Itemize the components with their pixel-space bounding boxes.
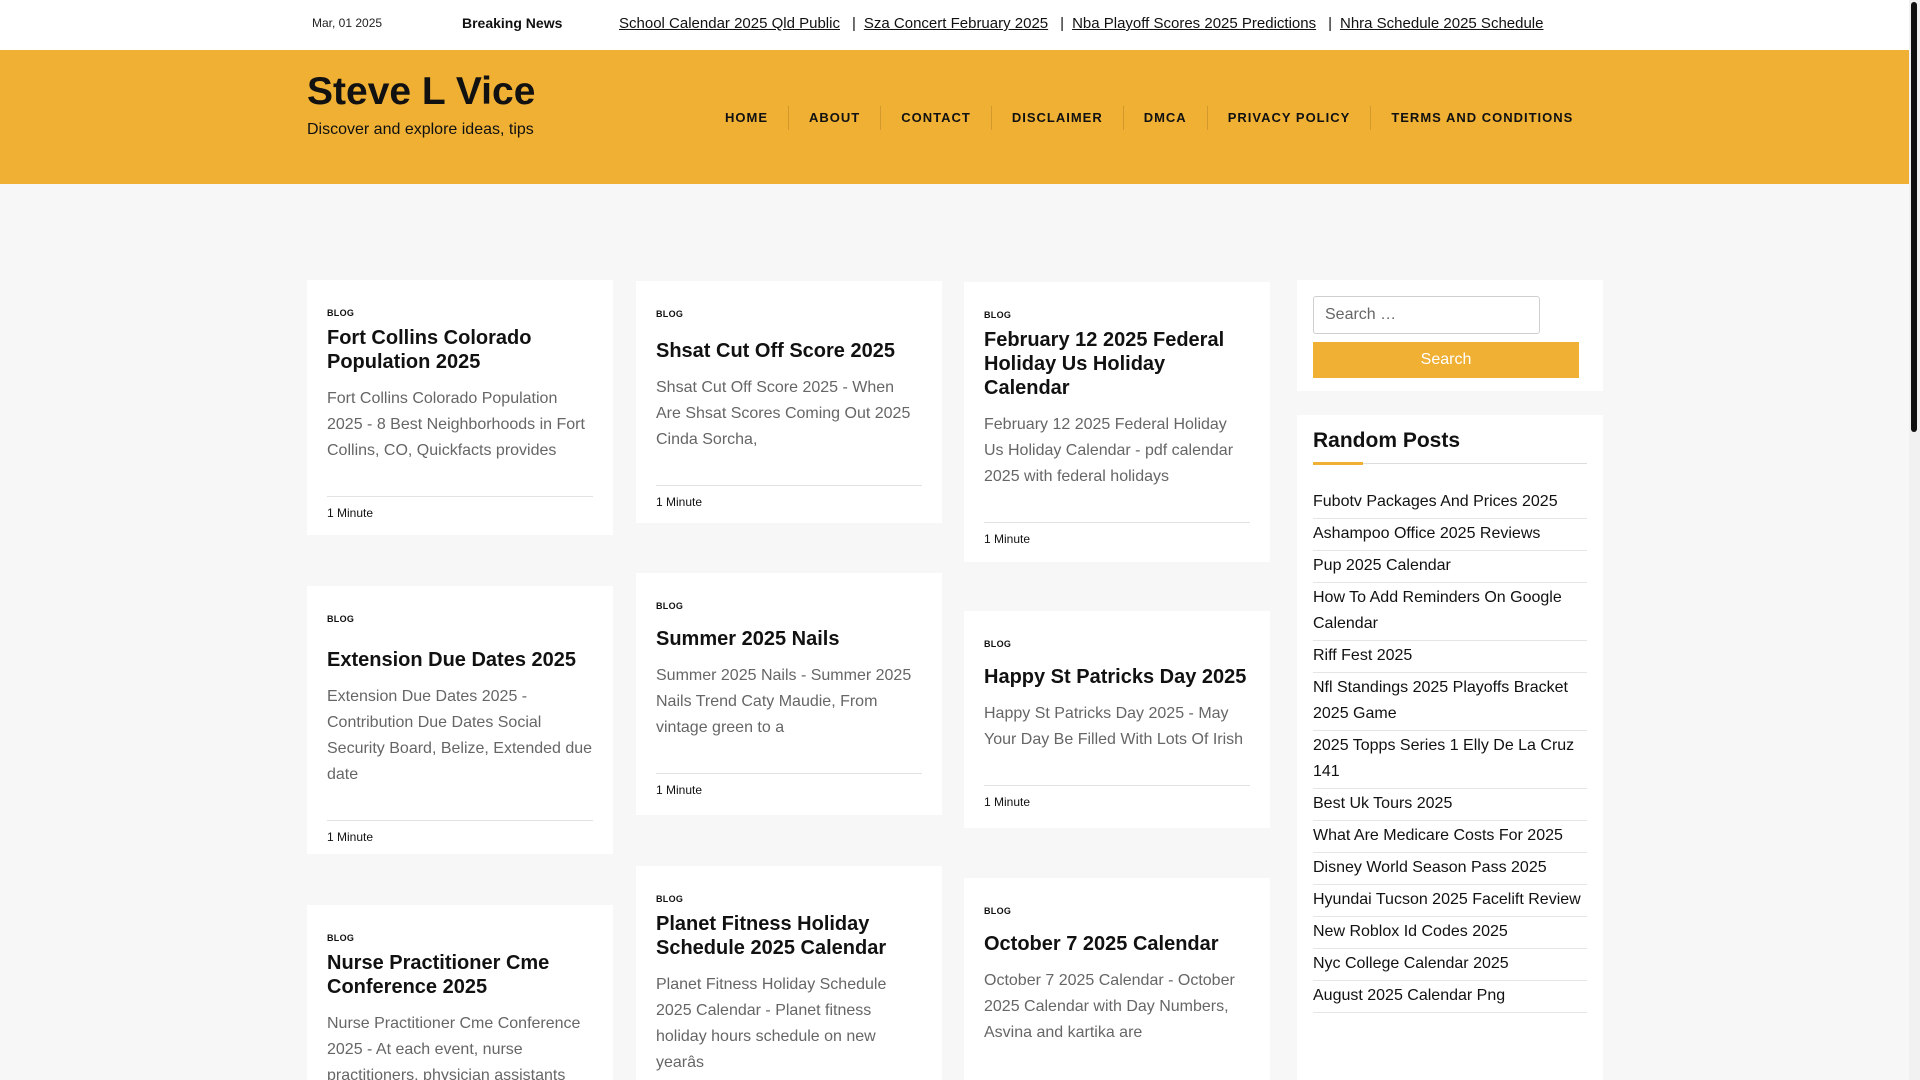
ticker-separator: | [1060, 15, 1065, 32]
search-button[interactable]: Search [1313, 342, 1579, 378]
random-posts-list: Fubotv Packages And Prices 2025 Ashampoo… [1313, 487, 1587, 1013]
search-widget: Search [1297, 280, 1603, 391]
post-title[interactable]: Fort Collins Colorado Population 2025 [327, 326, 593, 374]
post-category[interactable]: BLOG [656, 601, 922, 611]
nav-privacy-policy[interactable]: PRIVACY POLICY [1206, 106, 1371, 130]
post-excerpt: Extension Due Dates 2025 - Contribution … [327, 688, 593, 783]
post-category[interactable]: BLOG [327, 614, 593, 624]
random-post-link[interactable]: Riff Fest 2025 [1313, 641, 1587, 673]
post-read-time: 1 Minute [327, 496, 593, 536]
random-post-link[interactable]: Nfl Standings 2025 Playoffs Bracket 2025… [1313, 673, 1587, 731]
post-excerpt: October 7 2025 Calendar - October 2025 C… [984, 972, 1235, 1041]
ticker-link[interactable]: Nhra Schedule 2025 Schedule [1340, 15, 1543, 32]
post-card: BLOG October 7 2025 Calendar October 7 2… [964, 878, 1270, 1080]
post-excerpt: Shsat Cut Off Score 2025 - When Are Shsa… [656, 379, 911, 448]
post-excerpt: Planet Fitness Holiday Schedule 2025 Cal… [656, 976, 887, 1071]
site-header: Steve L Vice Discover and explore ideas,… [0, 50, 1909, 184]
post-category[interactable]: BLOG [656, 894, 922, 904]
post-card: BLOG Extension Due Dates 2025 Extension … [307, 586, 613, 854]
post-excerpt: February 12 2025 Federal Holiday Us Holi… [984, 416, 1234, 485]
random-post-link[interactable]: Disney World Season Pass 2025 [1313, 853, 1587, 885]
random-post-link[interactable]: 2025 Topps Series 1 Elly De La Cruz 141 [1313, 731, 1587, 789]
post-title[interactable]: February 12 2025 Federal Holiday Us Holi… [984, 328, 1250, 400]
random-post-link[interactable]: August 2025 Calendar Png [1313, 981, 1587, 1013]
post-title[interactable]: Planet Fitness Holiday Schedule 2025 Cal… [656, 912, 922, 960]
post-excerpt: Nurse Practitioner Cme Conference 2025 -… [327, 1015, 581, 1080]
breaking-news-label: Breaking News [462, 15, 563, 31]
post-card: BLOG Happy St Patricks Day 2025 Happy St… [964, 611, 1270, 828]
random-post-link[interactable]: Ashampoo Office 2025 Reviews [1313, 519, 1587, 551]
post-read-time: 1 Minute [984, 785, 1250, 825]
random-post-link[interactable]: New Roblox Id Codes 2025 [1313, 917, 1587, 949]
ticker-separator: | [1328, 15, 1332, 32]
ticker-link[interactable]: School Calendar 2025 Qld Public [619, 15, 840, 32]
ticker-link[interactable]: Sza Concert February 2025 [864, 15, 1048, 32]
random-post-link[interactable]: Pup 2025 Calendar [1313, 551, 1587, 583]
post-read-time: 1 Minute [984, 522, 1250, 562]
post-title[interactable]: Nurse Practitioner Cme Conference 2025 [327, 951, 593, 999]
heading-accent-bar [1313, 462, 1363, 465]
post-title[interactable]: Extension Due Dates 2025 [327, 648, 593, 672]
post-card: BLOG Shsat Cut Off Score 2025 Shsat Cut … [636, 281, 942, 523]
top-bar: Mar, 01 2025 Breaking News School Calend… [0, 0, 1909, 50]
random-post-link[interactable]: Nyc College Calendar 2025 [1313, 949, 1587, 981]
post-read-time: 1 Minute [656, 485, 922, 525]
post-title[interactable]: Shsat Cut Off Score 2025 [656, 339, 922, 363]
post-category[interactable]: BLOG [984, 906, 1250, 916]
post-category[interactable]: BLOG [327, 308, 593, 318]
site-title[interactable]: Steve L Vice [307, 70, 535, 114]
random-post-link[interactable]: Hyundai Tucson 2025 Facelift Review [1313, 885, 1587, 917]
post-card: BLOG Fort Collins Colorado Population 20… [307, 280, 613, 535]
nav-about[interactable]: ABOUT [788, 106, 880, 130]
post-excerpt: Fort Collins Colorado Population 2025 - … [327, 390, 585, 459]
ticker-link[interactable]: Nba Playoff Scores 2025 Predictions [1072, 15, 1316, 32]
post-excerpt: Happy St Patricks Day 2025 - May Your Da… [984, 705, 1244, 748]
post-title[interactable]: Happy St Patricks Day 2025 [984, 665, 1250, 689]
random-posts-heading: Random Posts [1313, 429, 1461, 452]
search-input[interactable] [1313, 296, 1540, 334]
post-card: BLOG Planet Fitness Holiday Schedule 202… [636, 866, 942, 1080]
nav-home[interactable]: HOME [705, 106, 788, 130]
site-description: Discover and explore ideas, tips [307, 121, 534, 138]
breaking-news-ticker: School Calendar 2025 Qld Public | Sza Conc… [612, 0, 1604, 50]
current-date: Mar, 01 2025 [312, 16, 383, 30]
random-posts-widget: Random Posts Fubotv Packages And Prices … [1297, 415, 1603, 1080]
main-nav: HOME ABOUT CONTACT DISCLAIMER DMCA PRIVA… [705, 106, 1593, 130]
post-read-time: 1 Minute [327, 820, 593, 860]
post-title[interactable]: October 7 2025 Calendar [984, 932, 1250, 956]
ticker-separator: | [851, 15, 856, 32]
random-post-link[interactable]: How To Add Reminders On Google Calendar [1313, 583, 1587, 641]
post-title[interactable]: Summer 2025 Nails [656, 627, 922, 651]
random-post-link[interactable]: What Are Medicare Costs For 2025 [1313, 821, 1587, 853]
post-card: BLOG February 12 2025 Federal Holiday Us… [964, 282, 1270, 562]
post-category[interactable]: BLOG [656, 309, 922, 319]
nav-dmca[interactable]: DMCA [1122, 106, 1207, 130]
post-category[interactable]: BLOG [327, 933, 593, 943]
nav-terms-and-conditions[interactable]: TERMS AND CONDITIONS [1370, 106, 1593, 130]
nav-contact[interactable]: CONTACT [880, 106, 991, 130]
post-card: BLOG Nurse Practitioner Cme Conference 2… [307, 905, 613, 1080]
post-excerpt: Summer 2025 Nails - Summer 2025 Nails Tr… [656, 667, 912, 736]
random-post-link[interactable]: Best Uk Tours 2025 [1313, 789, 1587, 821]
post-read-time: 1 Minute [656, 773, 922, 813]
scrollbar-thumb[interactable] [1911, 2, 1917, 432]
random-post-link[interactable]: Fubotv Packages And Prices 2025 [1313, 487, 1587, 519]
post-category[interactable]: BLOG [984, 639, 1250, 649]
nav-disclaimer[interactable]: DISCLAIMER [990, 106, 1123, 130]
post-card: BLOG Summer 2025 Nails Summer 2025 Nails… [636, 573, 942, 815]
post-category[interactable]: BLOG [984, 310, 1250, 320]
